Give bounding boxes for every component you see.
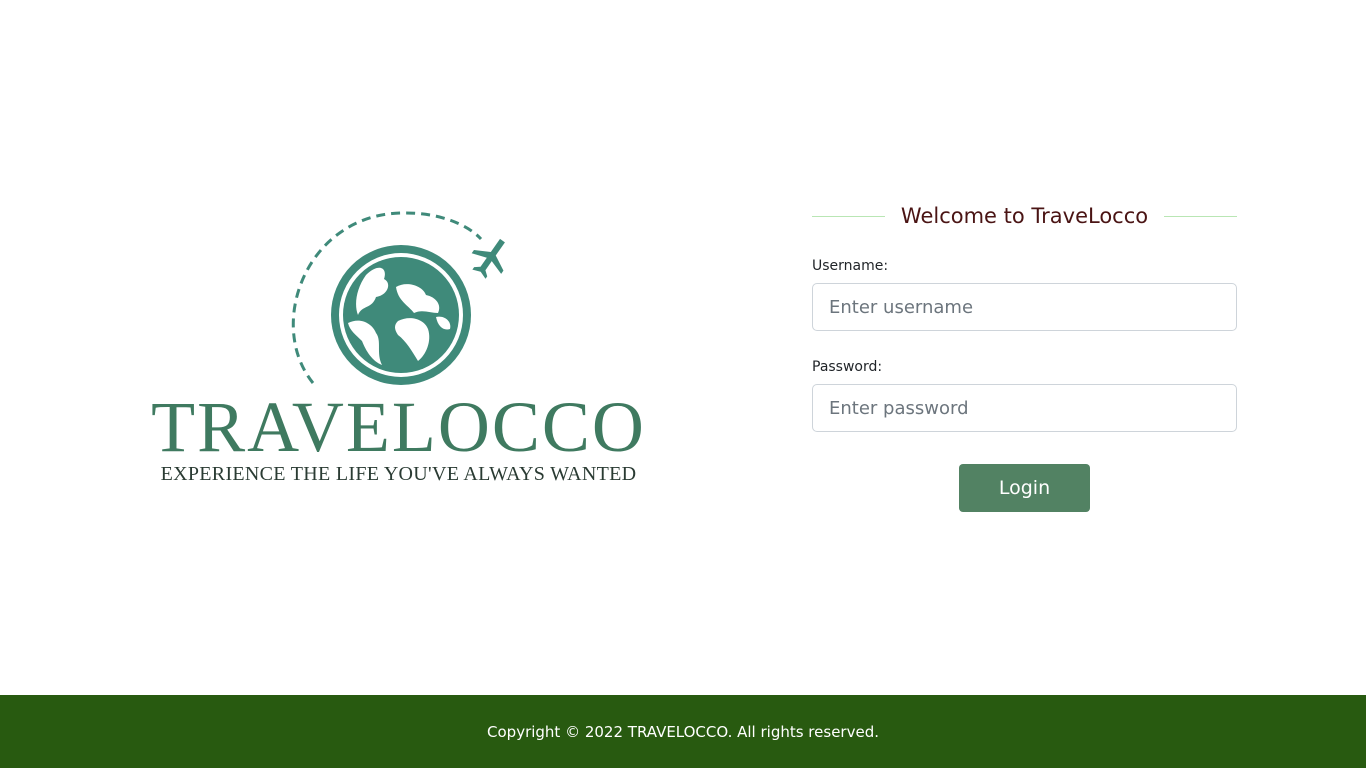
- password-input[interactable]: [812, 384, 1237, 432]
- username-label: Username:: [812, 258, 889, 274]
- brand-name: TRAVELOCCO: [151, 387, 646, 467]
- password-label: Password:: [812, 359, 883, 375]
- footer: Copyright © 2022 TRAVELOCCO. All rights …: [0, 695, 1366, 768]
- travelocco-logo: TRAVELOCCO EXPERIENCE THE LIFE YOU'VE AL…: [126, 205, 671, 495]
- divider-left: [812, 215, 885, 217]
- login-button-wrap: Login: [812, 464, 1237, 512]
- login-button[interactable]: Login: [959, 464, 1090, 512]
- divider-right: [1164, 215, 1238, 217]
- globe-icon: [331, 245, 471, 385]
- airplane-icon: [471, 238, 505, 279]
- welcome-title: Welcome to TraveLocco: [900, 204, 1149, 228]
- brand-tagline: EXPERIENCE THE LIFE YOU'VE ALWAYS WANTED: [160, 463, 637, 485]
- login-page: TRAVELOCCO EXPERIENCE THE LIFE YOU'VE AL…: [0, 0, 1366, 768]
- login-form: Welcome to TraveLocco Username: Password…: [812, 196, 1238, 512]
- username-input[interactable]: [812, 283, 1237, 331]
- globe-airplane-graphic: [291, 211, 505, 385]
- copyright-text: Copyright © 2022 TRAVELOCCO. All rights …: [487, 722, 879, 741]
- welcome-header: Welcome to TraveLocco: [812, 196, 1238, 236]
